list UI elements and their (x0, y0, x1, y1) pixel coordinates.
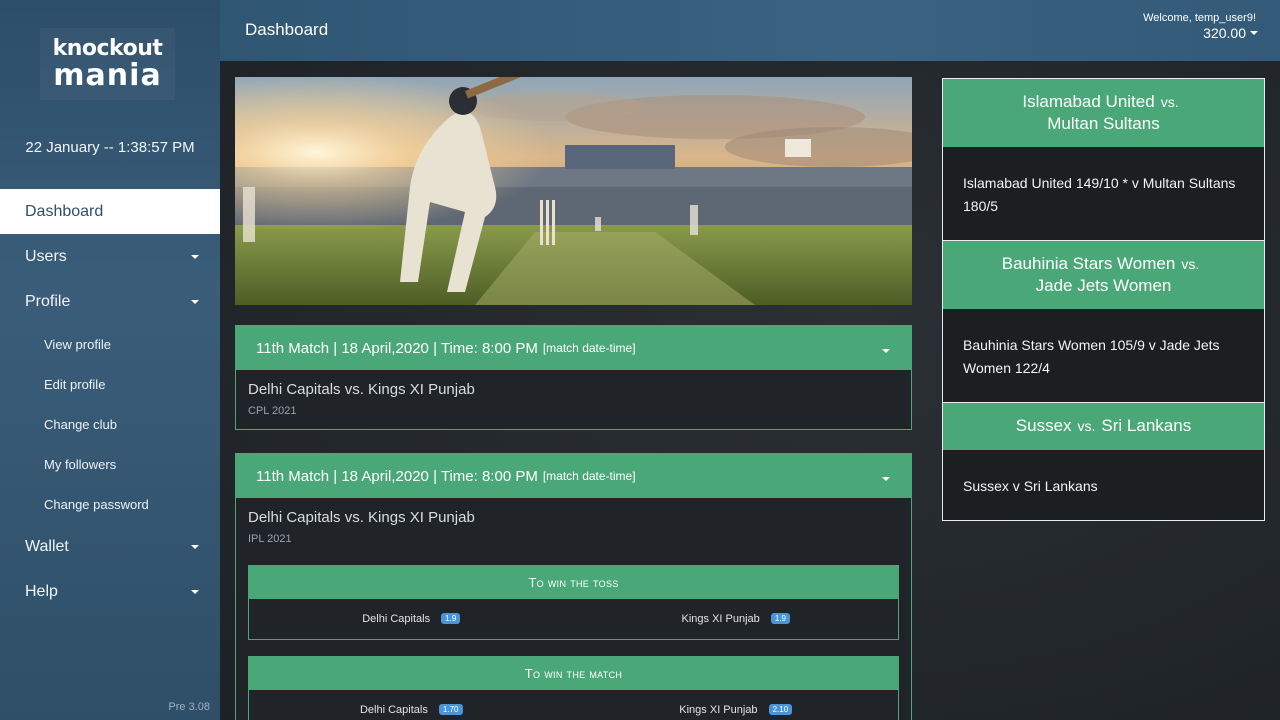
match-body: Delhi Capitals vs. Kings XI Punjab IPL 2… (236, 498, 911, 720)
match-hint: [match date-time] (542, 341, 636, 355)
score-team2: Sri Lankans (1101, 416, 1192, 435)
sidebar-subitem-my-followers[interactable]: My followers (0, 444, 220, 484)
sidebar-item-label: Profile (25, 292, 71, 310)
match-title: 11th Match | 18 April,2020 | Time: 8:00 … (256, 467, 538, 485)
sidebar-subitem-change-club[interactable]: Change club (0, 404, 220, 444)
vs-label: vs. (1160, 94, 1179, 110)
bet-block-match: To win the match Delhi Capitals 1.70 Kin… (248, 656, 899, 720)
match-body: Delhi Capitals vs. Kings XI Punjab CPL 2… (236, 370, 911, 429)
sidebar-item-profile[interactable]: Profile (0, 279, 220, 324)
welcome-text: Welcome, temp_user9! (1143, 12, 1256, 24)
match-league: CPL 2021 (248, 405, 297, 417)
match-teams: Delhi Capitals vs. Kings XI Punjab (248, 509, 475, 526)
match-card: 11th Match | 18 April,2020 | Time: 8:00 … (235, 325, 912, 430)
score-result: Islamabad United 149/10 * v Multan Sulta… (963, 175, 1236, 214)
score-result: Bauhinia Stars Women 105/9 v Jade Jets W… (963, 337, 1220, 376)
sidebar-item-label: Users (25, 247, 67, 265)
score-header: Islamabad United vs. Multan Sultans (943, 79, 1264, 147)
caret-down-icon (191, 545, 199, 549)
bet-options: Delhi Capitals 1.70 Kings XI Punjab 2.10 (249, 690, 898, 720)
match-header[interactable]: 11th Match | 18 April,2020 | Time: 8:00 … (236, 326, 911, 370)
cricket-banner-image (235, 77, 912, 305)
match-teams: Delhi Capitals vs. Kings XI Punjab (248, 381, 475, 398)
score-team1: Islamabad United (1022, 92, 1155, 111)
vs-label: vs. (1181, 256, 1200, 272)
score-team1: Sussex (1015, 416, 1072, 435)
score-header: Sussex vs. Sri Lankans (943, 403, 1264, 450)
sidebar-subitem-view-profile[interactable]: View profile (0, 324, 220, 364)
sidebar-subitem-edit-profile[interactable]: Edit profile (0, 364, 220, 404)
score-card[interactable]: Sussex vs. Sri Lankans Sussex v Sri Lankan… (942, 403, 1265, 521)
sidebar: knockout mania 22 January -- 1:38:57 PM … (0, 0, 220, 720)
vs-label: vs. (1077, 418, 1096, 434)
bet-option[interactable]: Delhi Capitals 1.9 (249, 613, 574, 625)
bet-title: To win the toss (249, 566, 898, 599)
bet-options: Delhi Capitals 1.9 Kings XI Punjab 1.9 (249, 599, 898, 639)
sidebar-item-label: Help (25, 582, 58, 600)
odds-badge: 1.70 (438, 704, 463, 715)
sidebar-item-wallet[interactable]: Wallet (0, 524, 220, 569)
caret-down-icon[interactable] (1250, 31, 1258, 35)
brand-logo[interactable]: knockout mania (40, 28, 175, 100)
sidebar-nav: Dashboard Users Profile View profile Edi… (0, 189, 220, 614)
match-header[interactable]: 11th Match | 18 April,2020 | Time: 8:00 … (236, 454, 911, 498)
caret-down-icon (882, 349, 890, 353)
live-scores: Islamabad United vs. Multan Sultans Islam… (942, 78, 1265, 521)
score-header: Bauhinia Stars Women vs. Jade Jets Women (943, 241, 1264, 309)
logo-bottom-text: mania (53, 58, 162, 93)
odds-badge: 2.10 (768, 704, 793, 715)
bet-team: Delhi Capitals (362, 613, 431, 625)
page-title: Dashboard (245, 20, 329, 39)
caret-down-icon (191, 255, 199, 259)
odds-badge: 1.9 (770, 613, 790, 624)
odds-badge: 1.9 (441, 613, 461, 624)
top-bar: Dashboard Welcome, temp_user9! 320.00 (220, 0, 1280, 61)
sidebar-item-help[interactable]: Help (0, 569, 220, 614)
score-card[interactable]: Islamabad United vs. Multan Sultans Islam… (942, 78, 1265, 241)
sidebar-item-users[interactable]: Users (0, 234, 220, 279)
sidebar-subitem-change-password[interactable]: Change password (0, 484, 220, 524)
bet-block-toss: To win the toss Delhi Capitals 1.9 Kings… (248, 565, 899, 640)
bet-title: To win the match (249, 657, 898, 690)
match-hint: [match date-time] (542, 469, 636, 483)
score-team2: Jade Jets Women (1035, 276, 1172, 295)
score-card[interactable]: Bauhinia Stars Women vs. Jade Jets Women … (942, 241, 1265, 403)
match-league: IPL 2021 (248, 533, 292, 545)
bet-option[interactable]: Kings XI Punjab 1.9 (574, 613, 899, 625)
bet-option[interactable]: Delhi Capitals 1.70 (249, 704, 574, 716)
clock: 22 January -- 1:38:57 PM (25, 139, 195, 156)
score-team2: Multan Sultans (1047, 114, 1160, 133)
bet-team: Kings XI Punjab (679, 704, 758, 716)
version-label: Pre 3.08 (168, 701, 210, 713)
main-content: 11th Match | 18 April,2020 | Time: 8:00 … (220, 61, 1280, 720)
bet-team: Delhi Capitals (359, 704, 428, 716)
score-team1: Bauhinia Stars Women (1001, 254, 1176, 273)
sidebar-item-label: Wallet (25, 537, 69, 555)
sidebar-item-label: Dashboard (25, 202, 104, 220)
caret-down-icon (191, 300, 199, 304)
score-result: Sussex v Sri Lankans (963, 478, 1098, 494)
bet-option[interactable]: Kings XI Punjab 2.10 (574, 704, 899, 716)
sidebar-item-dashboard[interactable]: Dashboard (0, 189, 220, 234)
balance-dropdown[interactable]: 320.00 (1203, 25, 1246, 41)
caret-down-icon (191, 590, 199, 594)
match-title: 11th Match | 18 April,2020 | Time: 8:00 … (256, 339, 538, 357)
match-card: 11th Match | 18 April,2020 | Time: 8:00 … (235, 453, 912, 720)
bet-team: Kings XI Punjab (681, 613, 760, 625)
caret-down-icon (882, 477, 890, 481)
